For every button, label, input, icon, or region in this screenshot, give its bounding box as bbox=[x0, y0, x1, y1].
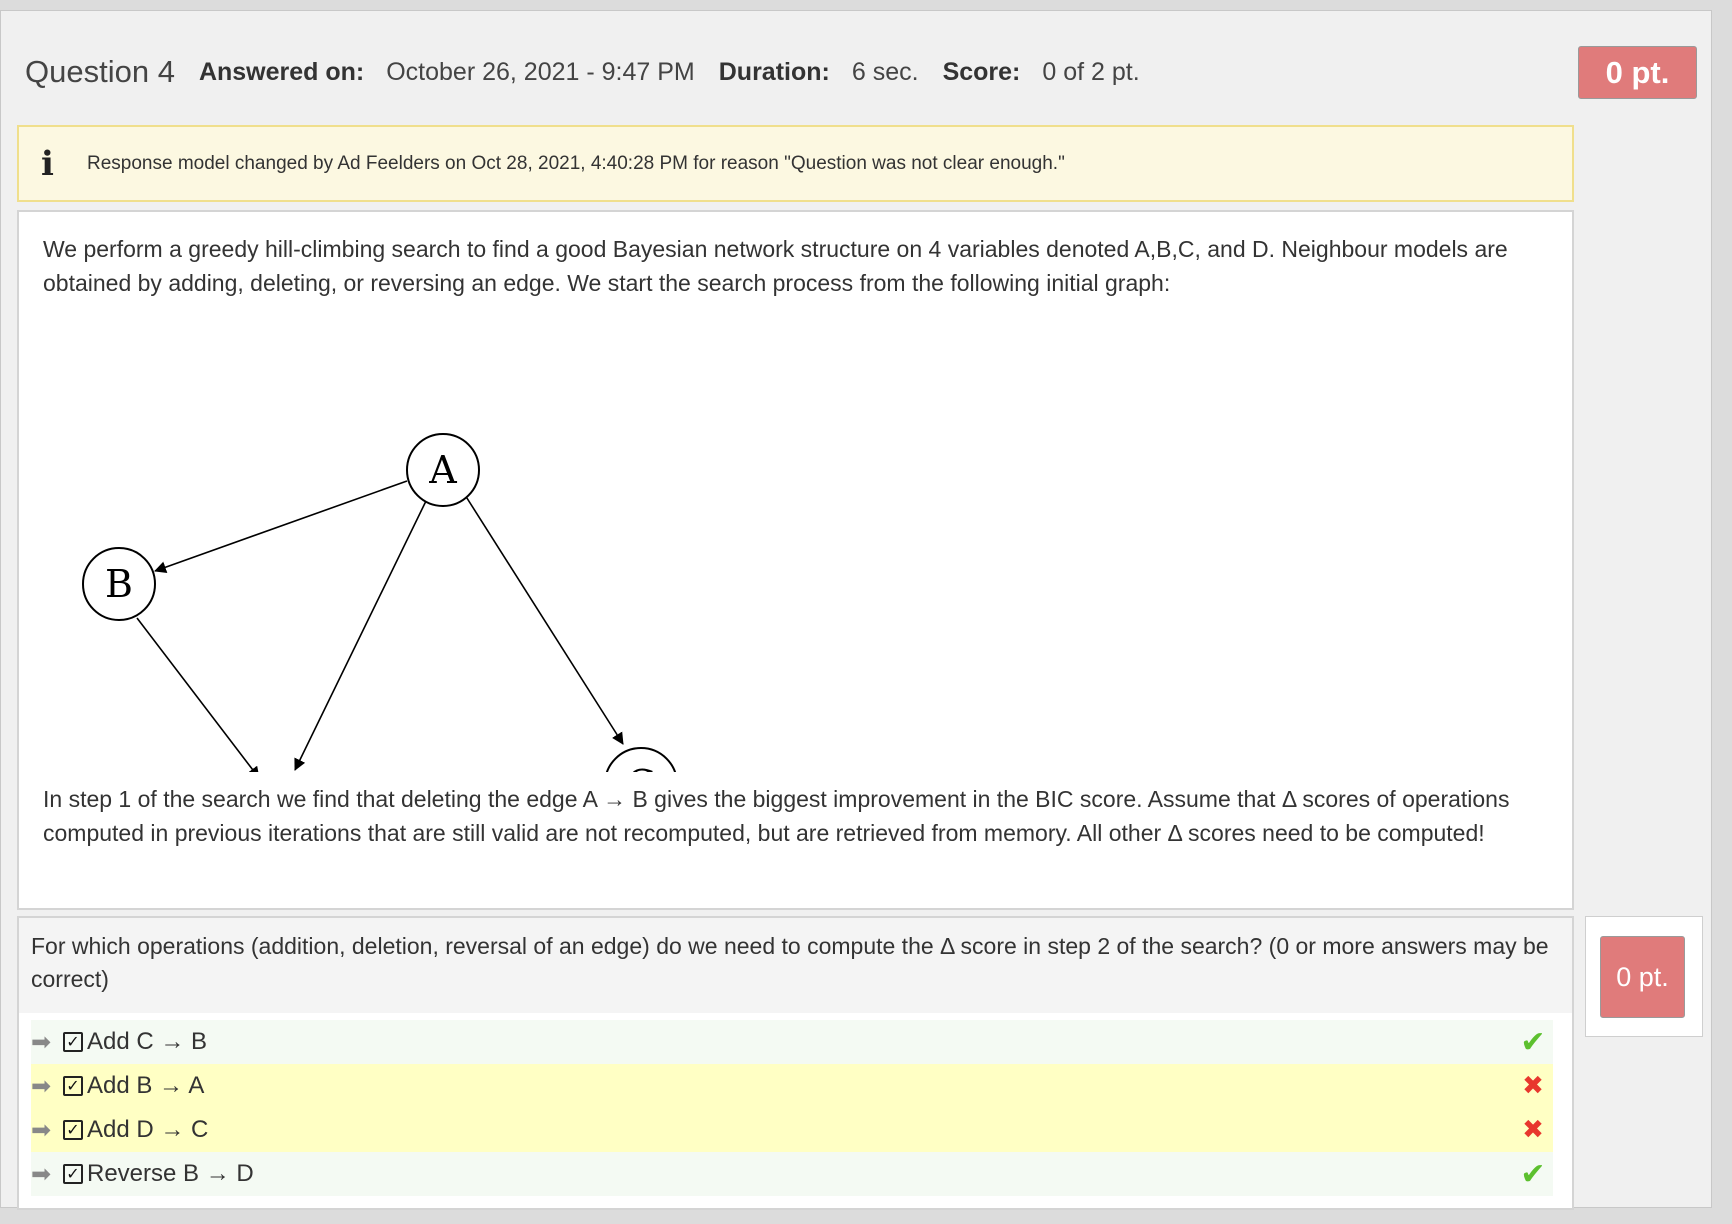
subquestion-score-box: 0 pt. bbox=[1585, 916, 1703, 1037]
answered-label: Answered on: bbox=[198, 57, 365, 86]
node-b: B bbox=[82, 547, 156, 621]
answer-label: Reverse B → D bbox=[87, 1160, 254, 1187]
subquestion-panel: For which operations (addition, deletion… bbox=[17, 916, 1574, 1210]
notice-text: Response model changed by Ad Feelders on… bbox=[87, 152, 1065, 174]
edge-a-b bbox=[154, 480, 408, 573]
node-c: C bbox=[606, 747, 676, 772]
arrow-right-icon: ➡ bbox=[31, 1160, 52, 1188]
edge-a-c bbox=[464, 494, 624, 745]
question-container: Question 4 Answered on: October 26, 2021… bbox=[0, 10, 1712, 1210]
svg-text:B: B bbox=[105, 562, 133, 606]
arrow-right-icon: ➡ bbox=[31, 1028, 52, 1056]
answer-label: Add D → C bbox=[87, 1116, 209, 1143]
node-a: A bbox=[406, 433, 480, 507]
checkbox-checked[interactable]: ✓ bbox=[63, 1076, 83, 1096]
subquestion-text: For which operations (addition, deletion… bbox=[19, 918, 1572, 1013]
answer-option[interactable]: ➡ ✓ Add D → C ✖ bbox=[31, 1108, 1553, 1152]
svg-text:A: A bbox=[428, 448, 457, 492]
score-label: Score: bbox=[942, 57, 1021, 86]
answer-option[interactable]: ➡ ✓ Add B → A ✖ bbox=[31, 1064, 1553, 1108]
subquestion-points-badge: 0 pt. bbox=[1600, 936, 1685, 1018]
svg-text:C: C bbox=[626, 762, 655, 772]
score-value: 0 of 2 pt. bbox=[1042, 57, 1140, 86]
cross-icon: ✖ bbox=[1522, 1115, 1544, 1145]
question-body: We perform a greedy hill-climbing search… bbox=[17, 210, 1574, 910]
cross-icon: ✖ bbox=[1522, 1071, 1544, 1101]
answer-options: ➡ ✓ Add C → B ✔ ➡ ✓ Add B → A ✖ ➡ ✓ Add … bbox=[31, 1020, 1553, 1196]
answered-value: October 26, 2021 - 9:47 PM bbox=[386, 57, 695, 86]
answer-label: Add B → A bbox=[87, 1072, 205, 1099]
info-icon: i bbox=[41, 143, 54, 184]
answer-option[interactable]: ➡ ✓ Reverse B → D ✔ bbox=[31, 1152, 1553, 1196]
answer-label: Add C → B bbox=[87, 1028, 208, 1055]
checkmark-icon: ✔ bbox=[1520, 1024, 1546, 1060]
arrow-right-icon: ➡ bbox=[31, 1072, 52, 1100]
points-badge: 0 pt. bbox=[1578, 46, 1697, 99]
answer-option[interactable]: ➡ ✓ Add C → B ✔ bbox=[31, 1020, 1553, 1064]
edge-b-d bbox=[136, 617, 260, 772]
response-model-notice: i Response model changed by Ad Feelders … bbox=[17, 125, 1574, 202]
checkbox-checked[interactable]: ✓ bbox=[63, 1032, 83, 1052]
question-intro: We perform a greedy hill-climbing search… bbox=[43, 236, 1508, 296]
edge-a-d bbox=[294, 500, 427, 771]
bayesian-network-graph: A B C D bbox=[82, 433, 676, 772]
checkbox-checked[interactable]: ✓ bbox=[63, 1120, 83, 1140]
duration-value: 6 sec. bbox=[851, 57, 919, 86]
question-title: Question 4 bbox=[25, 54, 175, 89]
duration-label: Duration: bbox=[718, 57, 830, 86]
checkbox-checked[interactable]: ✓ bbox=[63, 1164, 83, 1184]
question-outro: In step 1 of the search we find that del… bbox=[43, 786, 1510, 846]
arrow-right-icon: ➡ bbox=[31, 1116, 52, 1144]
question-header: Question 4 Answered on: October 26, 2021… bbox=[25, 47, 1164, 97]
checkmark-icon: ✔ bbox=[1520, 1156, 1546, 1192]
